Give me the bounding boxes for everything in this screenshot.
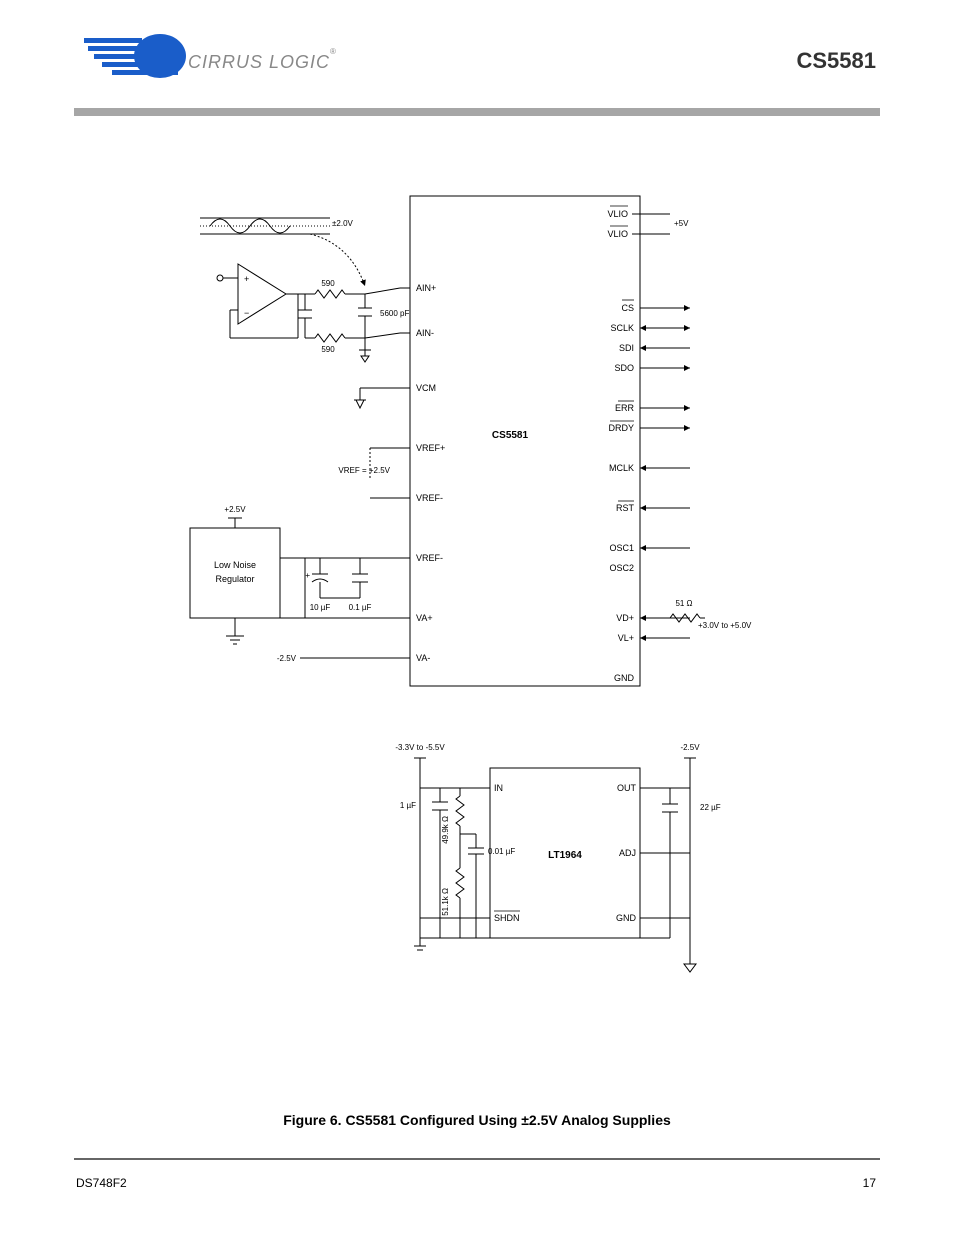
pin-sdo: SDO — [614, 363, 634, 373]
osc-resistor: 51 Ω — [640, 599, 705, 622]
pin-sdi: SDI — [619, 343, 634, 353]
pin-mclk: MCLK — [609, 463, 634, 473]
range-label: ±2.0V — [332, 219, 354, 228]
right-pins: VLIO VLIO CS SCLK SDI SDO ERR DRDY — [607, 206, 690, 683]
pin-vd: VD+ — [616, 613, 634, 623]
pin-gnd2: GND — [616, 913, 637, 923]
pin-ainp: AIN+ — [416, 283, 436, 293]
pin-sclk: SCLK — [610, 323, 634, 333]
opamp: + − — [217, 264, 305, 338]
input-waveform — [200, 218, 330, 234]
schematic-diagram: CS5581 AIN+ AIN- VCM VREF+ VREF- VREF- V… — [150, 178, 800, 1038]
pin-vaplus: VA+ — [416, 613, 433, 623]
pin-err: ERR — [615, 403, 635, 413]
pin-osc2: OSC2 — [609, 563, 634, 573]
footer-doc-id: DS748F2 — [76, 1176, 127, 1190]
pin-vcm: VCM — [416, 383, 436, 393]
pin-adj: ADJ — [619, 848, 636, 858]
c01u-b: 0.01 µF — [488, 847, 515, 856]
pin-shdn: SHDN — [494, 913, 520, 923]
main-chip-label: CS5581 — [492, 430, 529, 441]
reg-vbat: +2.5V — [224, 505, 246, 514]
pin-cs: CS — [621, 303, 634, 313]
pin-vrefm2: VREF- — [416, 553, 443, 563]
svg-text:−: − — [244, 308, 249, 318]
figure-caption: Figure 6. CS5581 Configured Using ±2.5V … — [0, 1112, 954, 1128]
c-ain: 5600 pF — [380, 309, 409, 318]
regulator — [190, 528, 280, 618]
overbar-vlio: VLIO — [607, 229, 628, 239]
main-chip — [410, 196, 640, 686]
c10u-a: 10 µF — [310, 603, 331, 612]
brand-logo: CIRRUS LOGIC ® — [82, 32, 342, 92]
pin-osc1: OSC1 — [609, 543, 634, 553]
svg-text:+: + — [305, 571, 310, 580]
pin-out: OUT — [617, 783, 637, 793]
brand-reg: ® — [330, 47, 336, 56]
lt1964-label: LT1964 — [548, 850, 582, 861]
header-rule — [74, 108, 880, 116]
pin-vl: VL+ — [618, 633, 634, 643]
r-in-bot: 590 — [321, 345, 335, 354]
c22u: 22 µF — [700, 803, 721, 812]
vin-label: -3.3V to -5.5V — [395, 743, 445, 752]
brand-text: CIRRUS LOGIC — [188, 52, 330, 72]
power-subcircuit: LT1964 IN SHDN OUT ADJ GND -3.3V to -5.5… — [395, 743, 720, 972]
c01u-a: 0.1 µF — [349, 603, 372, 612]
c1u: 1 µF — [400, 801, 416, 810]
vref-plate: VREF = +2.5V — [338, 466, 390, 475]
regulator-line1: Low Noise — [214, 560, 256, 570]
footer-rule — [74, 1158, 880, 1160]
pin-rst: RST — [616, 503, 635, 513]
pin-vlio: VLIO — [607, 209, 628, 219]
r1: 49.9k Ω — [441, 816, 450, 844]
input-filter: 590 590 5600 pF — [298, 279, 409, 362]
va-neg: -2.5V — [277, 654, 297, 663]
vlio-5v: +5V — [674, 219, 689, 228]
pin-ainm: AIN- — [416, 328, 434, 338]
osc-r: 51 Ω — [675, 599, 692, 608]
pin-gnd: GND — [614, 673, 635, 683]
regulator-line2: Regulator — [215, 574, 254, 584]
footer-page-num: 17 — [863, 1176, 876, 1190]
out-label: -2.5V — [680, 743, 700, 752]
r2: 51.1k Ω — [441, 888, 450, 916]
pin-vaminus: VA- — [416, 653, 430, 663]
part-number: CS5581 — [796, 48, 876, 74]
vd-vl-label: +3.0V to +5.0V — [698, 621, 752, 630]
pin-vrefp: VREF+ — [416, 443, 445, 453]
pin-vrefm: VREF- — [416, 493, 443, 503]
pin-in: IN — [494, 783, 503, 793]
svg-text:+: + — [244, 274, 249, 284]
r-in-top: 590 — [321, 279, 335, 288]
pin-drdy: DRDY — [608, 423, 634, 433]
